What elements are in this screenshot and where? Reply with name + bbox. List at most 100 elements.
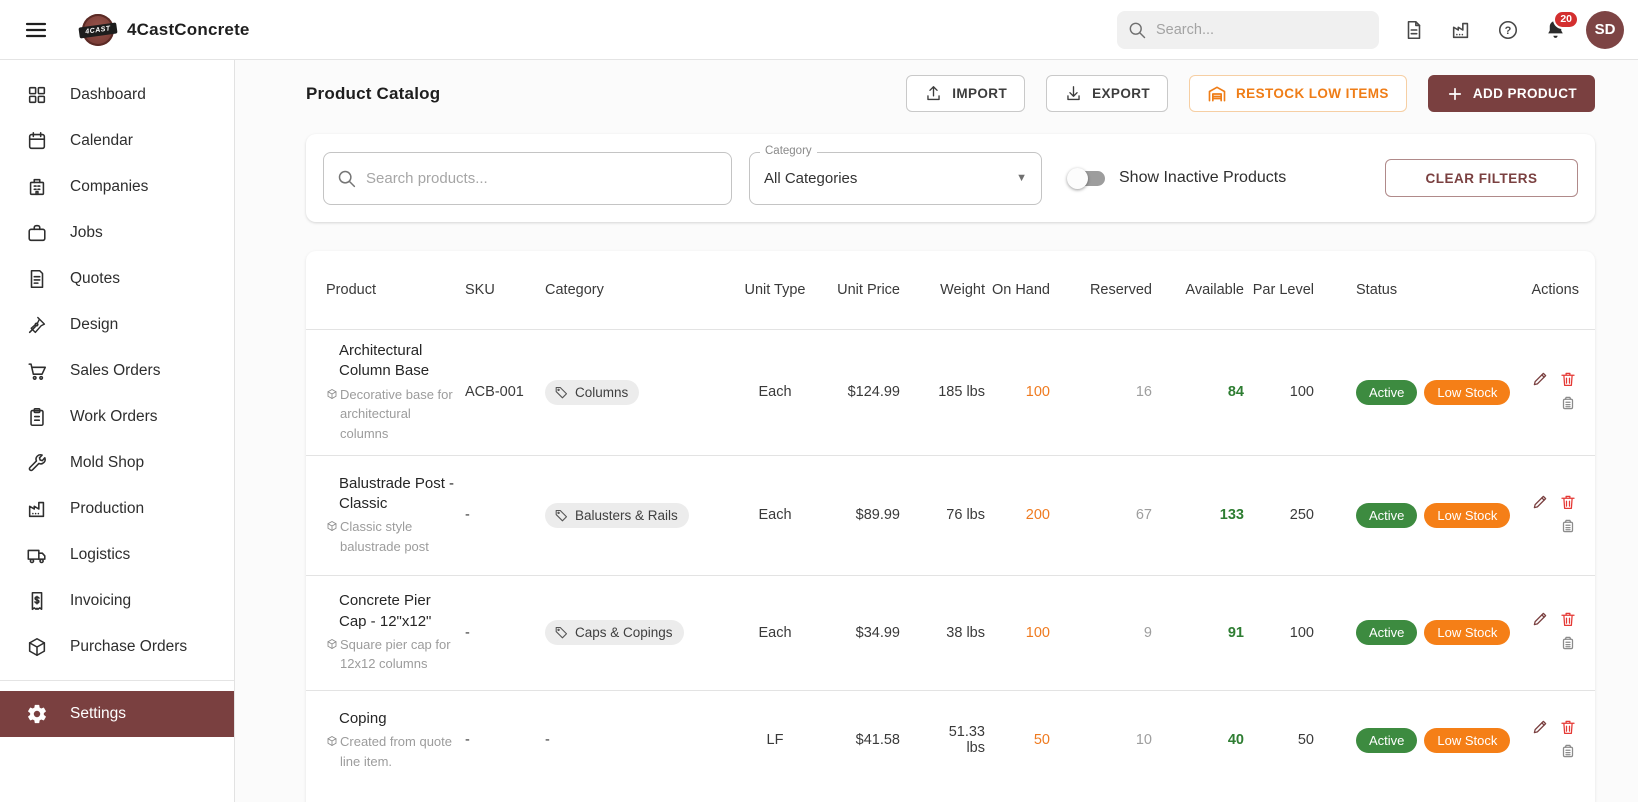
table-row: Coping Created from quote line item. - -…	[306, 690, 1595, 790]
pencil-icon	[1531, 493, 1549, 514]
purchase-orders-icon	[26, 636, 48, 658]
product-description: Created from quote line item.	[340, 734, 453, 769]
clear-filters-button[interactable]: CLEAR FILTERS	[1385, 159, 1578, 197]
companies-icon	[26, 176, 48, 198]
available-cell: 91	[1227, 624, 1244, 641]
edit-button[interactable]	[1530, 493, 1550, 513]
table-row: Balustrade Post - Classic Classic style …	[306, 455, 1595, 575]
package-icon	[326, 635, 339, 674]
sidebar-item-jobs[interactable]: Jobs	[0, 210, 234, 256]
duplicate-button[interactable]	[1558, 394, 1578, 414]
category-chip: Balusters & Rails	[545, 502, 689, 528]
duplicate-button[interactable]	[1558, 742, 1578, 762]
sidebar-item-mold-shop[interactable]: Mold Shop	[0, 440, 234, 486]
company-logo: 4CAST	[78, 13, 118, 46]
sidebar-item-settings[interactable]: Settings	[0, 691, 234, 737]
quotes-icon	[26, 268, 48, 290]
sidebar-item-calendar[interactable]: Calendar	[0, 118, 234, 164]
help-icon[interactable]: ?	[1495, 17, 1521, 43]
available-cell: 84	[1227, 384, 1244, 400]
category-select-label: Category	[760, 144, 817, 157]
unit-price-cell: $89.99	[855, 507, 900, 523]
column-header-sku: SKU	[465, 281, 495, 298]
tag-icon	[554, 625, 569, 640]
sidebar-item-dashboard[interactable]: Dashboard	[0, 72, 234, 118]
product-name: Architectural Column Base	[339, 342, 430, 380]
column-header-on-hand: On Hand	[991, 281, 1050, 298]
delete-button[interactable]	[1558, 718, 1578, 738]
sidebar-item-label: Purchase Orders	[70, 638, 188, 655]
par-level-cell: 100	[1289, 624, 1314, 641]
product-search-input[interactable]	[366, 169, 696, 187]
sidebar-item-sales-orders[interactable]: Sales Orders	[0, 348, 234, 394]
sku-cell: -	[465, 732, 470, 749]
user-avatar[interactable]: SD	[1586, 10, 1624, 49]
export-button[interactable]: EXPORT	[1046, 75, 1169, 112]
on-hand-cell: 200	[1025, 507, 1050, 523]
restock-low-items-button[interactable]: RESTOCK LOW ITEMS	[1189, 75, 1407, 112]
weight-cell: 76 lbs	[946, 507, 985, 523]
trash-icon	[1559, 493, 1577, 514]
category-cell: Columns	[545, 329, 740, 455]
add-product-button[interactable]: ADD PRODUCT	[1427, 75, 1595, 112]
status-cell: Active Low Stock	[1314, 329, 1511, 455]
edit-button[interactable]	[1530, 718, 1550, 738]
sidebar-item-label: Production	[70, 500, 145, 517]
production-quick-icon[interactable]	[1448, 17, 1474, 43]
sidebar-item-production[interactable]: Production	[0, 486, 234, 532]
delete-button[interactable]	[1558, 370, 1578, 390]
sidebar-item-logistics[interactable]: Logistics	[0, 532, 234, 578]
duplicate-button[interactable]	[1558, 517, 1578, 537]
pencil-icon	[1531, 610, 1549, 631]
delete-button[interactable]	[1558, 493, 1578, 513]
available-cell: 40	[1227, 732, 1244, 749]
sidebar-item-design[interactable]: Design	[0, 302, 234, 348]
menu-icon[interactable]	[16, 10, 56, 50]
edit-button[interactable]	[1530, 611, 1550, 631]
page-title: Product Catalog	[306, 83, 441, 103]
global-search[interactable]	[1117, 10, 1379, 49]
par-level-cell: 250	[1289, 507, 1314, 523]
sidebar-item-purchase-orders[interactable]: Purchase Orders	[0, 624, 234, 670]
toggle-track[interactable]	[1067, 167, 1105, 189]
app-title: 4CastConcrete	[127, 19, 250, 39]
reserved-cell: 10	[1135, 732, 1152, 749]
product-table: Product SKU Category Unit Type Unit Price Wei…	[306, 251, 1595, 790]
category-chip: Caps & Copings	[545, 620, 684, 645]
notifications-bell-icon[interactable]: 20	[1542, 9, 1579, 43]
package-icon	[326, 517, 339, 556]
on-hand-cell: 100	[1025, 384, 1050, 400]
par-level-cell: 50	[1297, 732, 1314, 749]
toggle-knob[interactable]	[1067, 167, 1088, 189]
reserved-cell: 9	[1143, 624, 1152, 641]
duplicate-button[interactable]	[1558, 635, 1578, 655]
product-search-field[interactable]	[323, 151, 732, 205]
unit-price-cell: $34.99	[855, 624, 900, 641]
product-description: Square pier cap for 12x12 columns	[340, 636, 451, 672]
documents-icon[interactable]	[1401, 17, 1427, 43]
actions-cell	[1510, 575, 1595, 690]
par-level-cell: 100	[1289, 384, 1314, 400]
category-select-value: All Categories	[764, 169, 858, 187]
edit-button[interactable]	[1530, 370, 1550, 390]
status-badge: Low Stock	[1424, 620, 1511, 645]
production-icon	[26, 498, 48, 520]
product-table-card: Product SKU Category Unit Type Unit Price Wei…	[306, 251, 1595, 802]
show-inactive-toggle[interactable]: Show Inactive Products	[1067, 167, 1286, 189]
product-name: Balustrade Post - Classic	[339, 474, 455, 512]
sidebar-item-work-orders[interactable]: Work Orders	[0, 394, 234, 440]
delete-button[interactable]	[1558, 611, 1578, 631]
status-cell: Active Low Stock	[1314, 690, 1511, 790]
global-search-input[interactable]	[1156, 21, 1356, 38]
sidebar-item-invoicing[interactable]: Invoicing	[0, 578, 234, 624]
product-description: Classic style balustrade post	[340, 519, 429, 554]
sidebar-item-quotes[interactable]: Quotes	[0, 256, 234, 302]
column-header-available: Available	[1185, 281, 1244, 298]
weight-cell: 51.33 lbs	[948, 724, 985, 757]
weight-cell: 185 lbs	[938, 384, 985, 400]
category-cell: Balusters & Rails	[545, 455, 740, 575]
sidebar-item-companies[interactable]: Companies	[0, 164, 234, 210]
category-select[interactable]: Category All Categories ▼	[749, 144, 1042, 205]
import-button[interactable]: IMPORT	[906, 75, 1026, 112]
invoicing-icon	[26, 590, 48, 612]
